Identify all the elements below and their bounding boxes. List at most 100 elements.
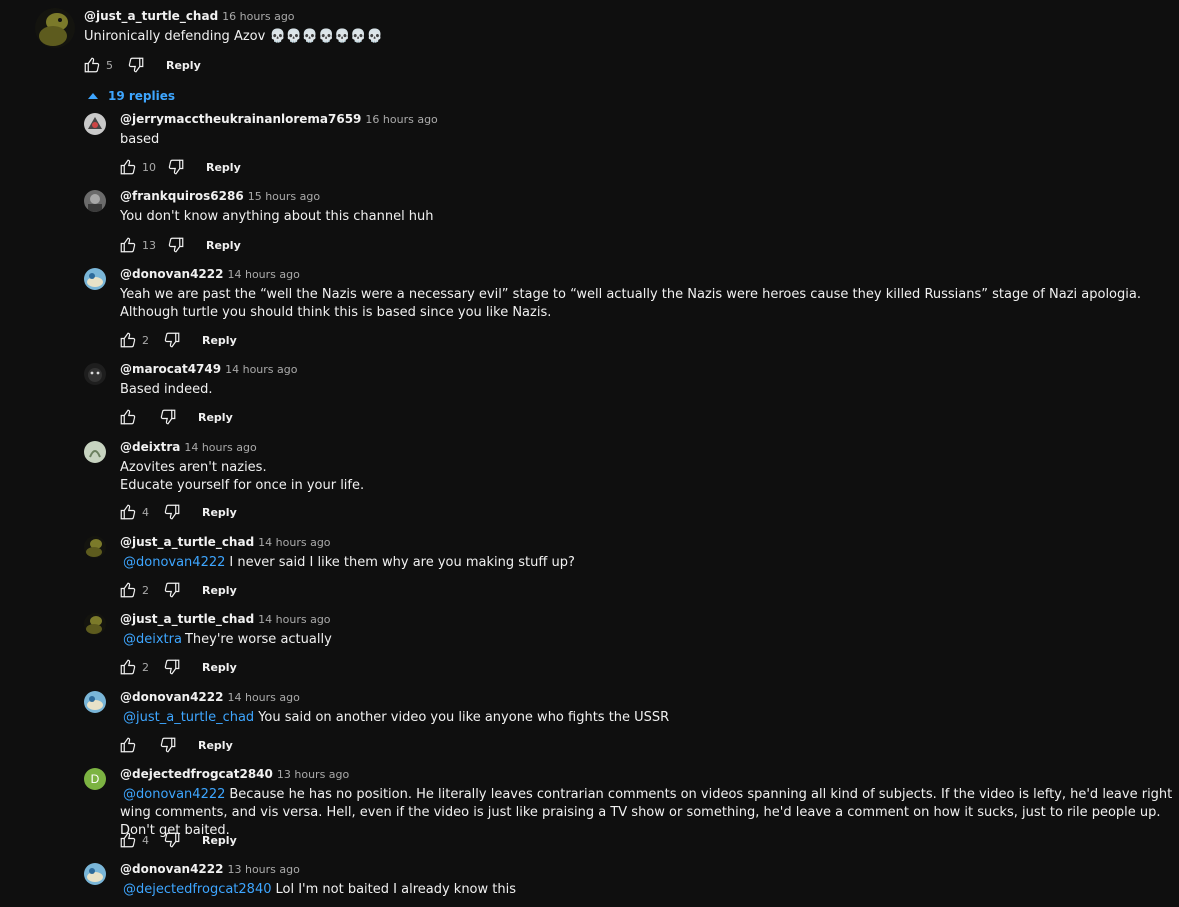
like-icon[interactable] bbox=[118, 830, 138, 850]
dislike-icon[interactable] bbox=[166, 235, 186, 255]
comment-text: Yeah we are past the “well the Nazis wer… bbox=[120, 286, 1175, 322]
dislike-icon[interactable] bbox=[166, 157, 186, 177]
comment-actions: 10 Reply bbox=[118, 156, 241, 178]
comment-body-line-2: Educate yourself for once in your life. bbox=[120, 478, 365, 493]
avatar[interactable]: D bbox=[84, 768, 106, 790]
like-count: 5 bbox=[106, 58, 113, 72]
like-count: 4 bbox=[142, 833, 149, 847]
mention-link[interactable]: @donovan4222 bbox=[123, 787, 225, 802]
timestamp[interactable]: 16 hours ago bbox=[222, 10, 294, 23]
comment-text: @donovan4222 Because he has no position. … bbox=[120, 786, 1175, 840]
reply-button[interactable]: Reply bbox=[206, 161, 241, 174]
comment-header: @donovan4222 14 hours ago bbox=[120, 267, 300, 281]
comment-header: @jerrymacctheukrainanlorema7659 16 hours … bbox=[120, 112, 438, 126]
mention-link[interactable]: @deixtra bbox=[123, 632, 182, 647]
comment-text: You don't know anything about this chann… bbox=[120, 208, 1175, 226]
dislike-icon[interactable] bbox=[162, 830, 182, 850]
comment-header: @marocat4749 14 hours ago bbox=[120, 362, 297, 376]
chevron-up-icon bbox=[88, 93, 98, 99]
avatar[interactable] bbox=[84, 190, 106, 212]
comment-body: based bbox=[120, 132, 160, 147]
author-name[interactable]: @dejectedfrogcat2840 bbox=[120, 767, 273, 781]
like-icon[interactable] bbox=[118, 735, 138, 755]
author-name[interactable]: @deixtra bbox=[120, 440, 180, 454]
replies-count-label: 19 replies bbox=[108, 89, 176, 103]
timestamp[interactable]: 16 hours ago bbox=[365, 113, 437, 126]
comment-body: You said on another video you like anyon… bbox=[258, 710, 670, 725]
like-icon[interactable] bbox=[118, 235, 138, 255]
dislike-icon[interactable] bbox=[162, 502, 182, 522]
comment-header: @deixtra 14 hours ago bbox=[120, 440, 257, 454]
like-count: 2 bbox=[142, 333, 149, 347]
timestamp[interactable]: 14 hours ago bbox=[227, 691, 299, 704]
author-name[interactable]: @jerrymacctheukrainanlorema7659 bbox=[120, 112, 361, 126]
author-name[interactable]: @marocat4749 bbox=[120, 362, 221, 376]
replies-toggle-button[interactable]: 19 replies bbox=[88, 87, 175, 105]
comment-actions: Reply bbox=[118, 406, 233, 428]
reply-button[interactable]: Reply bbox=[198, 411, 233, 424]
avatar[interactable] bbox=[35, 8, 75, 48]
reply-button[interactable]: Reply bbox=[202, 334, 237, 347]
like-count: 2 bbox=[142, 583, 149, 597]
author-name[interactable]: @donovan4222 bbox=[120, 862, 223, 876]
timestamp[interactable]: 14 hours ago bbox=[184, 441, 256, 454]
timestamp[interactable]: 14 hours ago bbox=[225, 363, 297, 376]
like-icon[interactable] bbox=[82, 55, 102, 75]
comment-body: Based indeed. bbox=[120, 382, 213, 397]
timestamp[interactable]: 14 hours ago bbox=[258, 613, 330, 626]
like-icon[interactable] bbox=[118, 580, 138, 600]
like-count: 13 bbox=[142, 238, 156, 252]
author-name[interactable]: @just_a_turtle_chad bbox=[84, 9, 218, 23]
like-count: 4 bbox=[142, 505, 149, 519]
dislike-icon[interactable] bbox=[158, 735, 178, 755]
avatar[interactable] bbox=[84, 536, 106, 558]
timestamp[interactable]: 14 hours ago bbox=[258, 536, 330, 549]
reply-button[interactable]: Reply bbox=[202, 661, 237, 674]
avatar[interactable] bbox=[84, 268, 106, 290]
author-name[interactable]: @just_a_turtle_chad bbox=[120, 535, 254, 549]
comment-body: I never said I like them why are you mak… bbox=[229, 555, 575, 570]
mention-link[interactable]: @just_a_turtle_chad bbox=[123, 710, 254, 725]
comment-text: @just_a_turtle_chad You said on another v… bbox=[120, 709, 1175, 727]
like-icon[interactable] bbox=[118, 157, 138, 177]
reply-button[interactable]: Reply bbox=[202, 834, 237, 847]
reply-button[interactable]: Reply bbox=[206, 239, 241, 252]
comment-header: @dejectedfrogcat2840 13 hours ago bbox=[120, 767, 349, 781]
author-name[interactable]: @just_a_turtle_chad bbox=[120, 612, 254, 626]
timestamp[interactable]: 15 hours ago bbox=[248, 190, 320, 203]
author-name[interactable]: @frankquiros6286 bbox=[120, 189, 244, 203]
avatar[interactable] bbox=[84, 113, 106, 135]
author-name[interactable]: @donovan4222 bbox=[120, 690, 223, 704]
comment-actions: 4 Reply bbox=[118, 829, 237, 851]
reply-button[interactable]: Reply bbox=[198, 739, 233, 752]
like-icon[interactable] bbox=[118, 657, 138, 677]
like-icon[interactable] bbox=[118, 502, 138, 522]
author-name[interactable]: @donovan4222 bbox=[120, 267, 223, 281]
reply-button[interactable]: Reply bbox=[202, 506, 237, 519]
dislike-icon[interactable] bbox=[126, 55, 146, 75]
avatar[interactable] bbox=[84, 613, 106, 635]
mention-link[interactable]: @donovan4222 bbox=[123, 555, 225, 570]
avatar[interactable] bbox=[84, 363, 106, 385]
comment-text: based bbox=[120, 131, 1175, 149]
comment-body: Yeah we are past the “well the Nazis wer… bbox=[120, 287, 1141, 320]
dislike-icon[interactable] bbox=[158, 407, 178, 427]
comment-header: @donovan4222 13 hours ago bbox=[120, 862, 300, 876]
mention-link[interactable]: @dejectedfrogcat2840 bbox=[123, 882, 272, 897]
avatar[interactable] bbox=[84, 691, 106, 713]
dislike-icon[interactable] bbox=[162, 330, 182, 350]
comment-text: Based indeed. bbox=[120, 381, 1175, 399]
timestamp[interactable]: 13 hours ago bbox=[277, 768, 349, 781]
timestamp[interactable]: 14 hours ago bbox=[227, 268, 299, 281]
reply-button[interactable]: Reply bbox=[202, 584, 237, 597]
avatar[interactable] bbox=[84, 441, 106, 463]
reply-button[interactable]: Reply bbox=[166, 59, 201, 72]
avatar[interactable] bbox=[84, 863, 106, 885]
like-icon[interactable] bbox=[118, 330, 138, 350]
dislike-icon[interactable] bbox=[162, 580, 182, 600]
like-icon[interactable] bbox=[118, 407, 138, 427]
timestamp[interactable]: 13 hours ago bbox=[227, 863, 299, 876]
dislike-icon[interactable] bbox=[162, 657, 182, 677]
like-count: 10 bbox=[142, 160, 156, 174]
comment-header: @just_a_turtle_chad 14 hours ago bbox=[120, 612, 331, 626]
